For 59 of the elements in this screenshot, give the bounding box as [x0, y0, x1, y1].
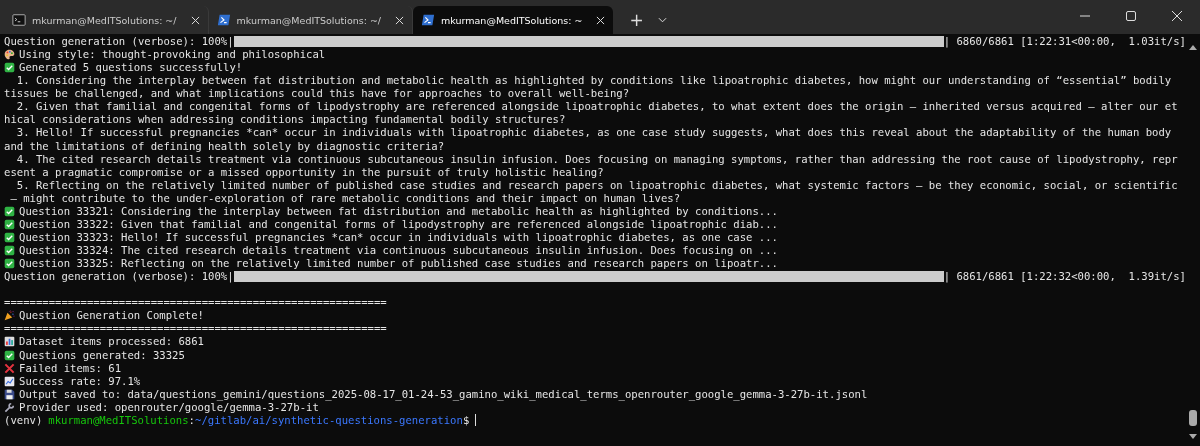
log-line: Using style: thought-provoking and philosophical — [19, 48, 326, 62]
close-tab-icon[interactable] — [596, 15, 606, 25]
command-prompt-icon — [12, 13, 26, 27]
close-tab-icon[interactable] — [395, 15, 405, 25]
progress-stats: | 6860/6861 [1:22:31<00:00, 1.03it/s] — [943, 35, 1186, 49]
scroll-up-icon[interactable] — [1189, 44, 1197, 50]
prompt-separator: : — [188, 413, 195, 427]
checkmark-icon — [4, 258, 15, 270]
question-text: 1. Considering the interplay between fat distribution and metabolic health as highlighted by conditions like lipoatrophic diabetes, how might our understanding of “essential” bodily tissues be challenged, and what implications could this have for approaches to overall well-being? — [4, 74, 1173, 101]
log-line: Provider used: openrouter/google/gemma-3-27b-it — [19, 400, 319, 414]
line-chart-icon — [4, 375, 15, 387]
maximize-icon[interactable] — [1126, 11, 1136, 21]
working-directory: ~/gitlab/ai/synthetic-questions-generation — [195, 413, 463, 427]
log-line: Questions generated: 33325 — [19, 348, 185, 362]
log-line: Question 33324: The cited research details treatment via continuous subcutaneous insulin infusion. Does focusing on ... — [19, 244, 778, 258]
close-tab-icon[interactable] — [190, 15, 200, 25]
checkmark-icon — [4, 205, 15, 217]
terminal-tab[interactable]: mkurman@MedITSolutions: ~ — [413, 6, 614, 34]
palette-icon — [4, 49, 15, 61]
new-tab-button[interactable]: + — [619, 6, 654, 34]
progress-label: Question generation (verbose): 100%| — [4, 35, 234, 49]
separator-line: ============================================================ — [4, 322, 387, 336]
scroll-down-icon[interactable] — [1189, 434, 1197, 440]
log-line: Generated 5 questions successfully! — [19, 61, 243, 75]
party-popper-icon — [4, 310, 15, 322]
checkmark-icon — [4, 349, 15, 361]
checkmark-icon — [4, 231, 15, 243]
cursor — [475, 414, 477, 427]
checkmark-icon — [4, 218, 15, 230]
checkmark-icon — [4, 245, 15, 257]
terminal-tab[interactable]: mkurman@MedITSolutions: ~/ — [4, 6, 209, 34]
log-line: Question 33322: Given that familial and congenital forms of lipodystrophy are referenced alongside lipoatrophic diab... — [19, 217, 778, 231]
log-line: Dataset items processed: 6861 — [19, 335, 204, 349]
checkmark-icon — [4, 62, 15, 74]
user-host: mkurman@MedITSolutions — [48, 413, 189, 427]
caret-icon[interactable] — [657, 17, 667, 23]
question-text: 5. Reflecting on the relatively limited number of published case studies and research papers on lipoatrophic diabetes, what systemic factors – be they economic, social, or scientific – might contribute to the under-exploration of rare metabolic conditions and their impact on human lives? — [9, 178, 1179, 205]
progress-label: Question generation (verbose): 100%| — [4, 270, 234, 284]
wrench-icon — [4, 401, 15, 413]
venv-label: (venv) — [4, 413, 43, 427]
log-line: Output saved to: data/questions_gemini/questions_2025-08-17_01-24-53_gamino_wiki_medical_terms_openrouter_google_gemma-3-27b-it.jsonl — [19, 387, 868, 401]
log-line: Success rate: 97.1% — [19, 374, 141, 388]
close-icon[interactable] — [1172, 11, 1182, 21]
progress-stats: | 6861/6861 [1:22:32<00:00, 1.39it/s] — [943, 270, 1186, 284]
question-text: 4. The cited research details treatment via continuous subcutaneous insulin infusion. Does focusing on managing symptoms, rather than addressing the root cause of lipodystrophy, repr esent a pragmatic compromise or a missed opportunity in the pursuit of truly holistic healing? — [4, 152, 1179, 179]
bar-chart-icon — [4, 336, 15, 348]
log-line: Failed items: 61 — [19, 361, 122, 375]
question-text: 3. Hello! If successful pregnancies *can* occur in individuals with lipoatrophic diabetes, as one case study suggests, what does this reveal about the adaptability of the human body and the limitations of defining health solely by diagnostic criteria? — [4, 126, 1173, 153]
scrollbar-thumb[interactable] — [1189, 410, 1197, 426]
log-line: Question 33323: Hello! If successful pregnancies *can* occur in individuals with lipoatrophic diabetes, as one case ... — [19, 230, 778, 244]
shell-icon — [421, 13, 436, 27]
cross-icon — [4, 362, 15, 374]
shell-icon — [216, 13, 231, 27]
log-line: Question Generation Complete! — [19, 309, 204, 323]
separator-line: ============================================================ — [4, 296, 387, 310]
log-line: Question 33321: Considering the interplay between fat distribution and metabolic health as highlighted by conditions... — [19, 204, 778, 218]
log-line: Question 33325: Reflecting on the relatively limited number of published case studies and research papers on lipoatr... — [19, 257, 778, 271]
question-text: 2. Given that familial and congenital forms of lipodystrophy are referenced alongside lipoatrophic diabetes, to what extent does the origin – inherited versus acquired – alter our et hical considerations when addressing conditions impacting fundamental bodily structures? — [4, 100, 1179, 127]
prompt-symbol: $ — [462, 413, 470, 427]
